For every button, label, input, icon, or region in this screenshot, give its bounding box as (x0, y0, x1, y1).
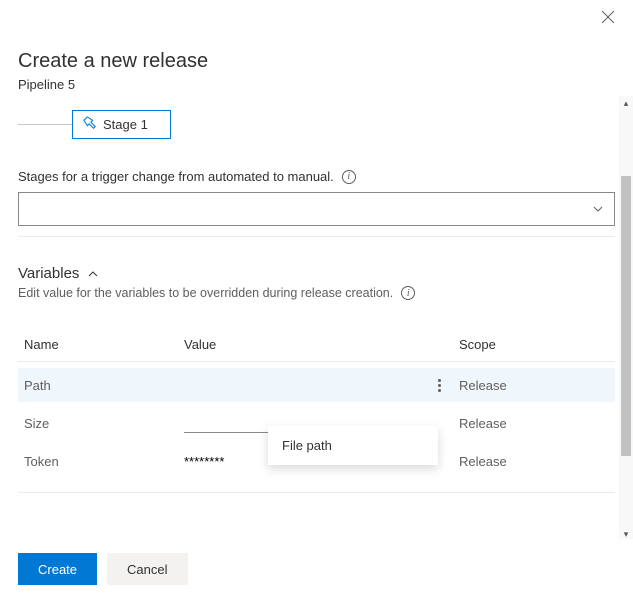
variables-help: Edit value for the variables to be overr… (18, 286, 615, 300)
value-input[interactable] (184, 376, 405, 395)
col-scope: Scope (459, 337, 609, 352)
table-row[interactable]: Path Release (18, 368, 615, 402)
variables-table: Name Value Scope Path Release Size Relea… (18, 328, 615, 493)
var-name: Path (24, 378, 184, 393)
var-name: Token (24, 454, 184, 469)
close-button[interactable] (601, 10, 615, 29)
divider (18, 236, 615, 237)
context-menu[interactable]: File path (268, 426, 438, 465)
var-scope: Release (459, 416, 609, 431)
info-icon[interactable]: i (401, 286, 415, 300)
chevron-down-icon (592, 203, 604, 215)
chevron-up-icon (87, 268, 99, 280)
col-value: Value (184, 337, 429, 352)
stages-trigger-label: Stages for a trigger change from automat… (18, 169, 615, 184)
col-name: Name (24, 337, 184, 352)
var-name: Size (24, 416, 184, 431)
scroll-thumb[interactable] (621, 176, 631, 456)
scroll-up-arrow[interactable]: ▴ (619, 96, 633, 110)
stages-trigger-dropdown[interactable] (18, 192, 615, 226)
pipeline-graph: Stage 1 (18, 110, 615, 139)
menu-item-file-path[interactable]: File path (282, 438, 424, 453)
stage-node[interactable]: Stage 1 (72, 110, 171, 139)
cancel-button[interactable]: Cancel (107, 553, 187, 585)
connector-line (18, 124, 72, 125)
more-menu-button[interactable] (429, 379, 449, 392)
page-title: Create a new release (18, 50, 615, 73)
pipeline-name: Pipeline 5 (18, 77, 615, 92)
stage-label: Stage 1 (103, 117, 148, 132)
info-icon[interactable]: i (342, 170, 356, 184)
var-value[interactable] (184, 376, 429, 395)
var-scope: Release (459, 454, 609, 469)
table-header: Name Value Scope (18, 328, 615, 362)
stage-icon (83, 116, 97, 133)
dialog-footer: Create Cancel (0, 539, 633, 599)
variables-toggle[interactable]: Variables (18, 265, 615, 282)
scrollbar[interactable]: ▴ ▾ (619, 96, 633, 541)
variables-title: Variables (18, 265, 79, 282)
divider (18, 492, 615, 493)
var-scope: Release (459, 378, 609, 393)
create-button[interactable]: Create (18, 553, 97, 585)
